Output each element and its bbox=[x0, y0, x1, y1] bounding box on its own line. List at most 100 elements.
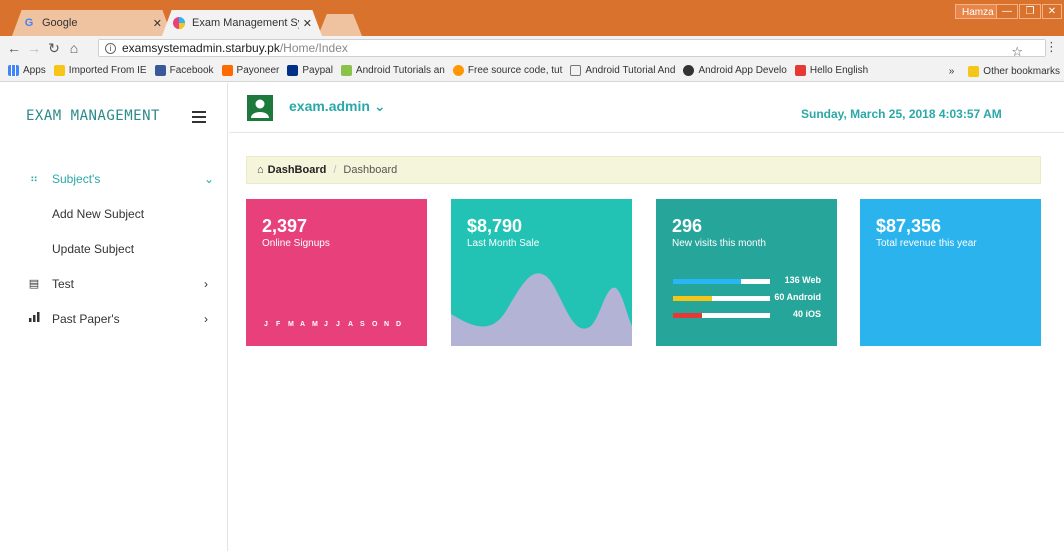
card-value: $8,790 bbox=[467, 216, 523, 236]
facebook-icon bbox=[154, 65, 166, 76]
month-label: J bbox=[264, 321, 268, 328]
android-icon bbox=[340, 65, 352, 76]
breadcrumb-separator: / bbox=[333, 164, 337, 176]
breadcrumb-current: Dashboard bbox=[343, 164, 398, 176]
address-bar[interactable]: i examsystemadmin.starbuy.pk/Home/Index … bbox=[98, 39, 1046, 60]
back-icon[interactable]: ← bbox=[4, 40, 24, 56]
folder-icon bbox=[53, 65, 65, 76]
google-g-icon: G bbox=[24, 17, 34, 29]
forward-icon[interactable]: → bbox=[24, 40, 44, 56]
card-last-month-sale: $8,790 Last Month Sale bbox=[451, 199, 632, 346]
hello-english-icon bbox=[794, 65, 806, 76]
reload-icon[interactable]: ↻ bbox=[44, 40, 64, 57]
month-label: F bbox=[276, 321, 281, 328]
source-code-icon bbox=[452, 65, 464, 76]
card-value: 296 bbox=[672, 216, 703, 236]
month-label: M bbox=[288, 321, 294, 328]
card-label: Online Signups bbox=[262, 238, 330, 249]
month-label: A bbox=[348, 321, 354, 328]
visit-bar-track bbox=[673, 296, 770, 301]
card-total-revenue: $87,356 Total revenue this year bbox=[860, 199, 1041, 346]
card-label: Last Month Sale bbox=[467, 238, 540, 249]
sidebar-subitem-update-subject[interactable]: Update Subject bbox=[0, 231, 227, 266]
minimize-button[interactable]: — bbox=[996, 4, 1018, 19]
chevron-down-icon: ⌄ bbox=[204, 171, 215, 186]
visit-bar-fill bbox=[673, 296, 712, 301]
bookmark-item[interactable]: Android Tutorials an bbox=[340, 65, 445, 76]
visit-bar-label: 60 Android bbox=[774, 292, 821, 302]
bookmark-apps[interactable]: Apps bbox=[8, 65, 46, 76]
browser-menu-icon[interactable]: ⋮ bbox=[1045, 39, 1058, 55]
visit-bar-label: 40 iOS bbox=[792, 309, 821, 319]
payoneer-icon bbox=[221, 65, 233, 76]
month-label: D bbox=[396, 321, 402, 328]
page-icon bbox=[570, 65, 582, 76]
bookmark-item[interactable]: Hello English bbox=[794, 65, 868, 76]
bookmark-item[interactable]: Imported From IE bbox=[53, 65, 147, 76]
card-online-signups: 2,397 Online Signups J F M A M J J A S O… bbox=[246, 199, 427, 346]
other-bookmarks[interactable]: Other bookmarks bbox=[968, 65, 1060, 77]
month-label: M bbox=[312, 321, 318, 328]
close-icon[interactable]: ✕ bbox=[153, 17, 162, 30]
chevron-right-icon: › bbox=[204, 311, 208, 326]
breadcrumb-home-link[interactable]: DashBoard bbox=[268, 164, 327, 176]
user-menu-toggle[interactable]: exam.admin ⌄ bbox=[289, 98, 386, 115]
visit-bar-label: 136 Web bbox=[784, 275, 821, 285]
month-label: J bbox=[324, 321, 328, 328]
sidebar: EXAM MANAGEMENT ⠶ Subject's ⌄ Add New Su… bbox=[0, 83, 228, 551]
bookmarks-right: » Other bookmarks bbox=[942, 60, 1064, 81]
bookmark-star-icon[interactable]: ☆ bbox=[1011, 44, 1023, 60]
sidebar-item-test[interactable]: ▤ Test › bbox=[0, 266, 227, 301]
card-label: New visits this month bbox=[672, 238, 766, 249]
visit-bar-fill bbox=[673, 279, 741, 284]
current-datetime: Sunday, March 25, 2018 4:03:57 AM bbox=[801, 107, 1002, 121]
browser-titlebar: G Google ✕ Exam Management Syste ✕ Hamza… bbox=[0, 0, 1064, 36]
bookmark-item[interactable]: Android App Develo bbox=[683, 65, 787, 76]
restore-button[interactable]: ❐ bbox=[1019, 4, 1041, 19]
close-icon[interactable]: ✕ bbox=[303, 17, 312, 30]
visit-bar-track bbox=[673, 279, 770, 284]
bookmark-item[interactable]: Free source code, tut bbox=[452, 65, 562, 76]
home-icon[interactable]: ⌂ bbox=[64, 40, 84, 56]
url-host: examsystemadmin.starbuy.pk bbox=[122, 41, 280, 55]
card-new-visits: 296 New visits this month 136 Web 60 Andr… bbox=[656, 199, 837, 346]
tab-exam-management[interactable]: Exam Management Syste ✕ bbox=[162, 10, 322, 36]
tab-google[interactable]: G Google ✕ bbox=[12, 10, 172, 36]
app-header: exam.admin ⌄ Sunday, March 25, 2018 4:03… bbox=[229, 83, 1064, 133]
window-user-label[interactable]: Hamza bbox=[955, 4, 1001, 19]
folder-icon bbox=[968, 65, 980, 77]
grid-icon: ⠶ bbox=[29, 173, 39, 185]
sidebar-item-past-papers[interactable]: Past Paper's › bbox=[0, 301, 227, 336]
bookmark-item[interactable]: Android Tutorial And bbox=[570, 65, 675, 76]
sidebar-item-label: Past Paper's bbox=[52, 311, 120, 326]
card-label: Total revenue this year bbox=[876, 238, 977, 249]
bookmarks-overflow-button[interactable]: » bbox=[949, 66, 955, 77]
close-window-button[interactable]: ✕ bbox=[1042, 4, 1062, 19]
sales-wave-graphic bbox=[451, 273, 632, 346]
apps-grid-icon bbox=[8, 65, 19, 76]
tab-title: Exam Management Syste bbox=[192, 17, 299, 29]
document-icon: ▤ bbox=[28, 278, 40, 290]
user-avatar-icon[interactable] bbox=[247, 95, 273, 121]
breadcrumb: ⌂ DashBoard / Dashboard bbox=[246, 156, 1041, 184]
sidebar-subitem-add-new-subject[interactable]: Add New Subject bbox=[0, 196, 227, 231]
bookmarks-bar: Apps Imported From IE Facebook Payoneer … bbox=[0, 60, 1064, 82]
new-tab-button[interactable] bbox=[318, 14, 362, 36]
bookmark-item[interactable]: Payoneer bbox=[221, 65, 279, 76]
visit-bar-fill bbox=[673, 313, 703, 318]
bookmark-item[interactable]: Paypal bbox=[287, 65, 333, 76]
sidebar-item-subjects[interactable]: ⠶ Subject's ⌄ bbox=[0, 161, 227, 196]
card-value: 2,397 bbox=[262, 216, 308, 236]
visit-bar-track bbox=[673, 313, 770, 318]
sidebar-item-label: Subject's bbox=[52, 171, 101, 186]
month-label: N bbox=[384, 321, 390, 328]
android-dev-icon bbox=[683, 65, 695, 76]
month-label: O bbox=[372, 321, 378, 328]
month-label: A bbox=[300, 321, 306, 328]
bookmark-item[interactable]: Facebook bbox=[154, 65, 214, 76]
info-icon[interactable]: i bbox=[105, 42, 116, 54]
hamburger-menu-icon[interactable] bbox=[192, 111, 206, 126]
month-axis: J F M A M J J A S O N D bbox=[264, 321, 408, 328]
month-label: S bbox=[360, 321, 365, 328]
card-value: $87,356 bbox=[876, 216, 942, 236]
